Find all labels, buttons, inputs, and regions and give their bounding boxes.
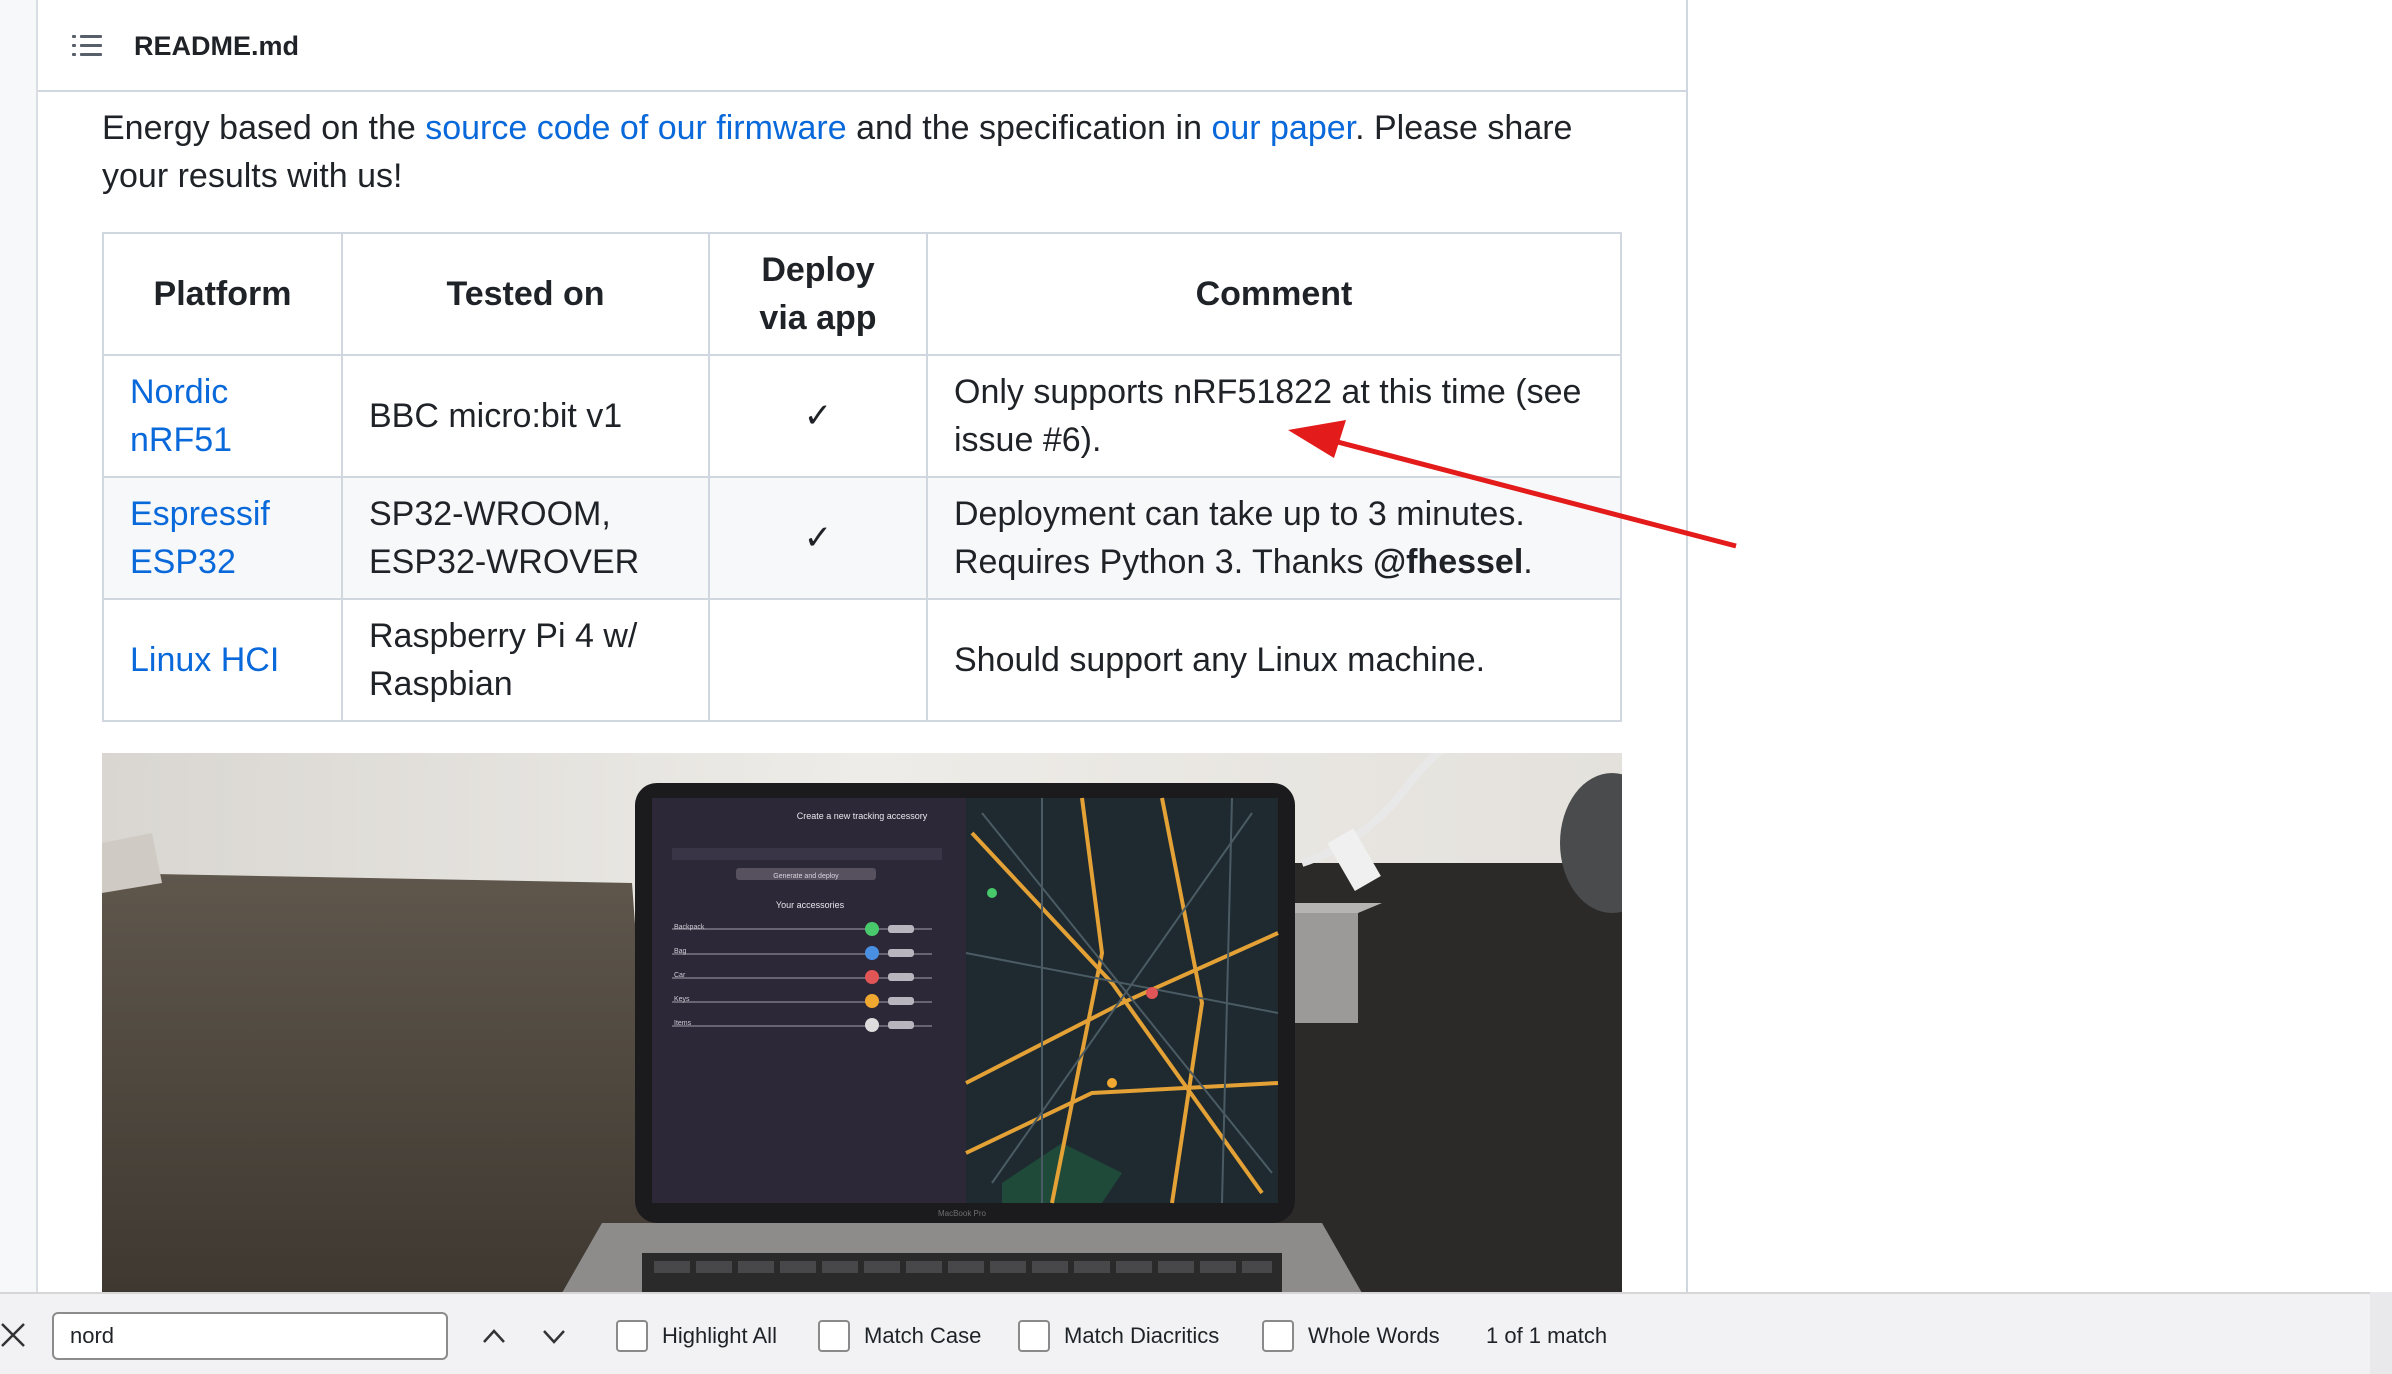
column-header-deploy: Deploy via app [708, 232, 928, 356]
screen-title: Create a new tracking accessory [797, 811, 928, 821]
close-icon[interactable] [0, 1318, 32, 1352]
table-cell: Should support any Linux machine. [926, 598, 1622, 722]
accessory-label: Items [674, 1020, 692, 1027]
list-outline-icon[interactable] [68, 26, 108, 66]
firmware-source-link[interactable]: source code of our firmware [425, 109, 846, 147]
readme-header: README.md [38, 0, 1686, 92]
paragraph-text: Energy based on the [102, 109, 426, 147]
checkmark-icon: ✓ [708, 354, 928, 478]
table-cell: Only supports nRF51822 at this time (see… [926, 354, 1622, 478]
paper-link[interactable]: our paper [1211, 109, 1355, 147]
table-cell: Deployment can take up to 3 minutes. Req… [926, 476, 1622, 600]
checkbox-box[interactable] [1018, 1320, 1050, 1352]
demo-photo: Create a new tracking accessory Generate… [102, 753, 1622, 1292]
scrollbar[interactable] [2370, 1292, 2392, 1374]
checkbox-box[interactable] [616, 1320, 648, 1352]
match-status: 1 of 1 match [1486, 1323, 1608, 1348]
table-cell: Raspberry Pi 4 w/ Raspbian [341, 598, 710, 722]
platform-link-esp32[interactable]: Espressif ESP32 [130, 495, 270, 581]
match-case-label: Match Case [864, 1323, 982, 1348]
accessories-heading: Your accessories [776, 900, 845, 910]
table-cell: BBC micro:bit v1 [341, 354, 710, 478]
platform-link-nrf51[interactable]: Nordic nRF51 [130, 373, 232, 459]
platform-table: Platform Tested on Deploy via app Commen… [102, 232, 1622, 722]
table-header-row: Platform Tested on Deploy via app Commen… [102, 232, 1622, 356]
table-row: Espressif ESP32 SP32-WROOM, ESP32-WROVER… [102, 476, 1622, 600]
user-mention-link[interactable]: @fhessel [1373, 543, 1523, 581]
accessory-label: Backpack [674, 924, 705, 931]
table-row: Linux HCI Raspberry Pi 4 w/ Raspbian Sho… [102, 598, 1622, 722]
match-case-checkbox[interactable]: Match Case [818, 1318, 981, 1354]
table-cell: SP32-WROOM, ESP32-WROVER [341, 476, 710, 600]
comment-text: . [1523, 543, 1533, 581]
chevron-up-icon[interactable] [476, 1318, 512, 1354]
platform-link-linux-hci[interactable]: Linux HCI [130, 641, 279, 679]
chevron-down-icon[interactable] [536, 1318, 572, 1354]
highlight-all-label: Highlight All [662, 1323, 777, 1348]
accessory-label: Keys [674, 996, 690, 1003]
readme-paragraph: Energy based on the source code of our f… [102, 104, 1642, 200]
find-input[interactable] [52, 1312, 448, 1360]
whole-words-label: Whole Words [1308, 1323, 1440, 1348]
match-diacritics-checkbox[interactable]: Match Diacritics [1018, 1318, 1219, 1354]
table-cell [708, 598, 928, 722]
highlight-all-checkbox[interactable]: Highlight All [616, 1318, 777, 1354]
checkbox-box[interactable] [1262, 1320, 1294, 1352]
checkmark-icon: ✓ [708, 476, 928, 600]
readme-title: README.md [134, 31, 300, 61]
table-row: Nordic nRF51 BBC micro:bit v1 ✓ Only sup… [102, 354, 1622, 478]
match-diacritics-label: Match Diacritics [1064, 1323, 1220, 1348]
checkbox-box[interactable] [818, 1320, 850, 1352]
left-gutter [0, 0, 38, 1292]
accessory-label: Car [674, 972, 686, 979]
readme-panel: README.md Energy based on the source cod… [38, 0, 1688, 1292]
column-header-platform: Platform [102, 232, 343, 356]
column-header-comment: Comment [926, 232, 1622, 356]
generate-button-label: Generate and deploy [773, 873, 839, 880]
accessory-label: Bag [674, 948, 687, 955]
paragraph-text: and the specification in [846, 109, 1212, 147]
find-bar: Highlight All Match Case Match Diacritic… [0, 1292, 2392, 1374]
laptop-label: MacBook Pro [938, 1209, 987, 1218]
whole-words-checkbox[interactable]: Whole Words [1262, 1318, 1440, 1354]
column-header-tested-on: Tested on [341, 232, 710, 356]
